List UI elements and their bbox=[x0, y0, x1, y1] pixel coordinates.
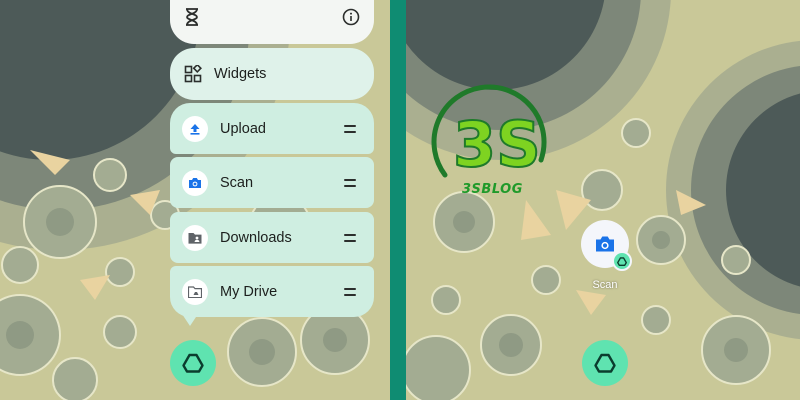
shortcut-label: Downloads bbox=[220, 229, 292, 246]
shortcut-label: My Drive bbox=[220, 283, 278, 300]
shortcut-downloads[interactable]: Downloads bbox=[170, 212, 374, 263]
folder-person-icon bbox=[182, 224, 208, 251]
hourglass-icon[interactable] bbox=[184, 8, 200, 26]
widgets-button[interactable]: Widgets bbox=[170, 48, 374, 100]
drag-handle-icon[interactable] bbox=[344, 178, 356, 187]
google-drive-app-button[interactable] bbox=[170, 340, 216, 386]
google-drive-icon bbox=[594, 353, 616, 373]
shortcut-scan[interactable]: Scan bbox=[170, 157, 374, 208]
scan-shortcut-icon[interactable] bbox=[581, 220, 632, 271]
folder-drive-icon bbox=[182, 278, 208, 305]
drag-handle-icon[interactable] bbox=[344, 287, 356, 296]
upload-icon bbox=[182, 115, 208, 142]
shortcut-label: Scan bbox=[220, 174, 254, 191]
shortcut-menu-header bbox=[170, 0, 374, 44]
google-drive-icon bbox=[612, 251, 632, 271]
info-icon[interactable] bbox=[342, 8, 360, 26]
camera-icon bbox=[182, 169, 208, 196]
google-drive-icon bbox=[182, 353, 204, 373]
google-drive-app-button[interactable] bbox=[582, 340, 628, 386]
panel-divider bbox=[390, 0, 406, 400]
left-screen: Widgets Upload Scan Downloads My Drive bbox=[0, 0, 390, 400]
widgets-label: Widgets bbox=[214, 66, 267, 82]
right-screen: Scan bbox=[406, 0, 800, 400]
watermark-subtitle: 3SBLOG bbox=[462, 182, 523, 197]
scan-shortcut-label: Scan bbox=[592, 279, 618, 291]
widgets-icon bbox=[184, 65, 202, 83]
drag-handle-icon[interactable] bbox=[344, 124, 356, 133]
shortcut-label: Upload bbox=[220, 120, 266, 137]
shortcut-upload[interactable]: Upload bbox=[170, 103, 374, 154]
svg-text:3S: 3S bbox=[453, 108, 541, 181]
shortcut-my-drive[interactable]: My Drive bbox=[170, 266, 374, 317]
camera-icon bbox=[594, 235, 616, 253]
drag-handle-icon[interactable] bbox=[344, 233, 356, 242]
